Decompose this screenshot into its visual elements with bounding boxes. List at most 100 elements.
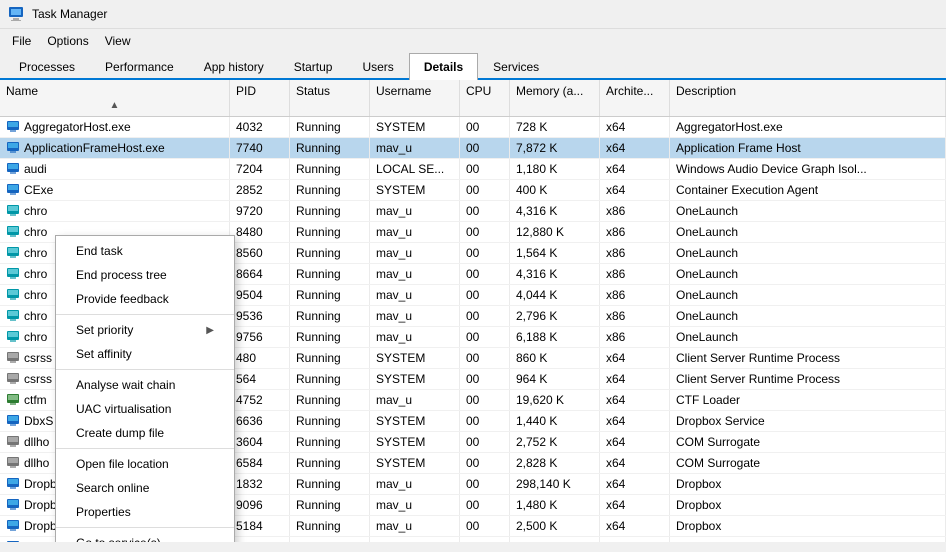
- col-desc[interactable]: Description: [670, 80, 946, 116]
- tab-app-history[interactable]: App history: [189, 53, 279, 80]
- cell-status: Running: [290, 369, 370, 389]
- cell-pid: 9536: [230, 306, 290, 326]
- tab-services[interactable]: Services: [478, 53, 554, 80]
- cell-status: Running: [290, 306, 370, 326]
- process-icon: [6, 162, 20, 176]
- table-row[interactable]: ApplicationFrameHost.exe 7740 Running ma…: [0, 138, 946, 159]
- cell-status: Running: [290, 222, 370, 242]
- cell-pid: 9720: [230, 201, 290, 221]
- cell-memory: 860 K: [510, 348, 600, 368]
- cell-status: Running: [290, 117, 370, 137]
- cell-status: Running: [290, 411, 370, 431]
- menu-options[interactable]: Options: [39, 31, 96, 51]
- cell-arch: x64: [600, 411, 670, 431]
- context-menu-separator: [56, 527, 234, 528]
- tab-users[interactable]: Users: [347, 53, 408, 80]
- cell-desc: OneLaunch: [670, 306, 946, 326]
- context-menu-item[interactable]: Provide feedback: [56, 287, 234, 311]
- cell-desc: Dropbox: [670, 495, 946, 515]
- process-icon: [6, 267, 20, 281]
- context-menu-item[interactable]: UAC virtualisation: [56, 397, 234, 421]
- cell-pid: 4032: [230, 117, 290, 137]
- cell-status: Running: [290, 327, 370, 347]
- col-pid[interactable]: PID: [230, 80, 290, 116]
- col-username[interactable]: Username: [370, 80, 460, 116]
- col-status[interactable]: Status: [290, 80, 370, 116]
- tab-processes[interactable]: Processes: [4, 53, 90, 80]
- table-row[interactable]: chro 9720 Running mav_u 00 4,316 K x86 O…: [0, 201, 946, 222]
- context-menu-item[interactable]: Create dump file: [56, 421, 234, 445]
- cell-arch: x86: [600, 285, 670, 305]
- col-cpu[interactable]: CPU: [460, 80, 510, 116]
- cell-memory: 298,140 K: [510, 474, 600, 494]
- cell-name: chro: [0, 201, 230, 221]
- cell-desc: CTF Loader: [670, 390, 946, 410]
- menu-bar: File Options View: [0, 29, 946, 53]
- cell-username: mav_u: [370, 390, 460, 410]
- process-icon: [6, 351, 20, 365]
- cell-username: SYSTEM: [370, 117, 460, 137]
- context-menu-item[interactable]: Analyse wait chain: [56, 373, 234, 397]
- process-icon: [6, 309, 20, 323]
- cell-cpu: 00: [460, 180, 510, 200]
- tab-details[interactable]: Details: [409, 53, 478, 80]
- context-menu-item[interactable]: End task: [56, 239, 234, 263]
- cell-cpu: 00: [460, 306, 510, 326]
- cell-memory: 6,188 K: [510, 327, 600, 347]
- context-menu-item[interactable]: End process tree: [56, 263, 234, 287]
- cell-desc: OneLaunch: [670, 285, 946, 305]
- cell-cpu: 00: [460, 138, 510, 158]
- task-manager-icon: [8, 6, 24, 22]
- cell-status: Running: [290, 516, 370, 536]
- cell-arch: x64: [600, 453, 670, 473]
- cell-desc: OneLaunch: [670, 327, 946, 347]
- context-menu-item[interactable]: Properties: [56, 500, 234, 524]
- context-menu-item[interactable]: Open file location: [56, 452, 234, 476]
- tab-performance[interactable]: Performance: [90, 53, 189, 80]
- cell-arch: x64: [600, 117, 670, 137]
- cell-arch: x64: [600, 369, 670, 389]
- table-row[interactable]: AggregatorHost.exe 4032 Running SYSTEM 0…: [0, 117, 946, 138]
- cell-memory: 1,480 K: [510, 495, 600, 515]
- context-menu-separator: [56, 369, 234, 370]
- cell-cpu: 00: [460, 495, 510, 515]
- cell-username: SYSTEM: [370, 369, 460, 389]
- col-name[interactable]: Name ▲: [0, 80, 230, 116]
- table-row[interactable]: CExe 2852 Running SYSTEM 00 400 K x64 Co…: [0, 180, 946, 201]
- process-icon: [6, 393, 20, 407]
- cell-desc: Client Server Runtime Process: [670, 348, 946, 368]
- cell-desc: Container Execution Agent: [670, 180, 946, 200]
- main-content: Name ▲ PID Status Username CPU Memory (a…: [0, 80, 946, 542]
- cell-arch: x64: [600, 159, 670, 179]
- menu-view[interactable]: View: [97, 31, 139, 51]
- cell-username: mav_u: [370, 474, 460, 494]
- cell-username: mav_u: [370, 201, 460, 221]
- cell-memory: 2,752 K: [510, 432, 600, 452]
- tab-startup[interactable]: Startup: [279, 53, 348, 80]
- context-menu-item[interactable]: Set priority▶: [56, 318, 234, 342]
- cell-memory: 12,880 K: [510, 222, 600, 242]
- cell-pid: 480: [230, 348, 290, 368]
- cell-memory: 964 K: [510, 369, 600, 389]
- context-menu-item[interactable]: Search online: [56, 476, 234, 500]
- process-icon: [6, 288, 20, 302]
- cell-arch: x64: [600, 180, 670, 200]
- context-menu-separator: [56, 448, 234, 449]
- cell-username: mav_u: [370, 243, 460, 263]
- col-arch[interactable]: Archite...: [600, 80, 670, 116]
- cell-status: Running: [290, 537, 370, 542]
- cell-username: mav_u: [370, 306, 460, 326]
- col-memory[interactable]: Memory (a...: [510, 80, 600, 116]
- context-menu-item[interactable]: Set affinity: [56, 342, 234, 366]
- process-icon: [6, 519, 20, 533]
- context-menu-item[interactable]: Go to service(s): [56, 531, 234, 542]
- table-row[interactable]: audi 7204 Running LOCAL SE... 00 1,180 K…: [0, 159, 946, 180]
- cell-status: Running: [290, 180, 370, 200]
- cell-cpu: 00: [460, 201, 510, 221]
- menu-file[interactable]: File: [4, 31, 39, 51]
- cell-memory: 7,872 K: [510, 138, 600, 158]
- cell-name: ApplicationFrameHost.exe: [0, 138, 230, 158]
- cell-username: SYSTEM: [370, 432, 460, 452]
- cell-pid: 7740: [230, 138, 290, 158]
- cell-arch: x64: [600, 432, 670, 452]
